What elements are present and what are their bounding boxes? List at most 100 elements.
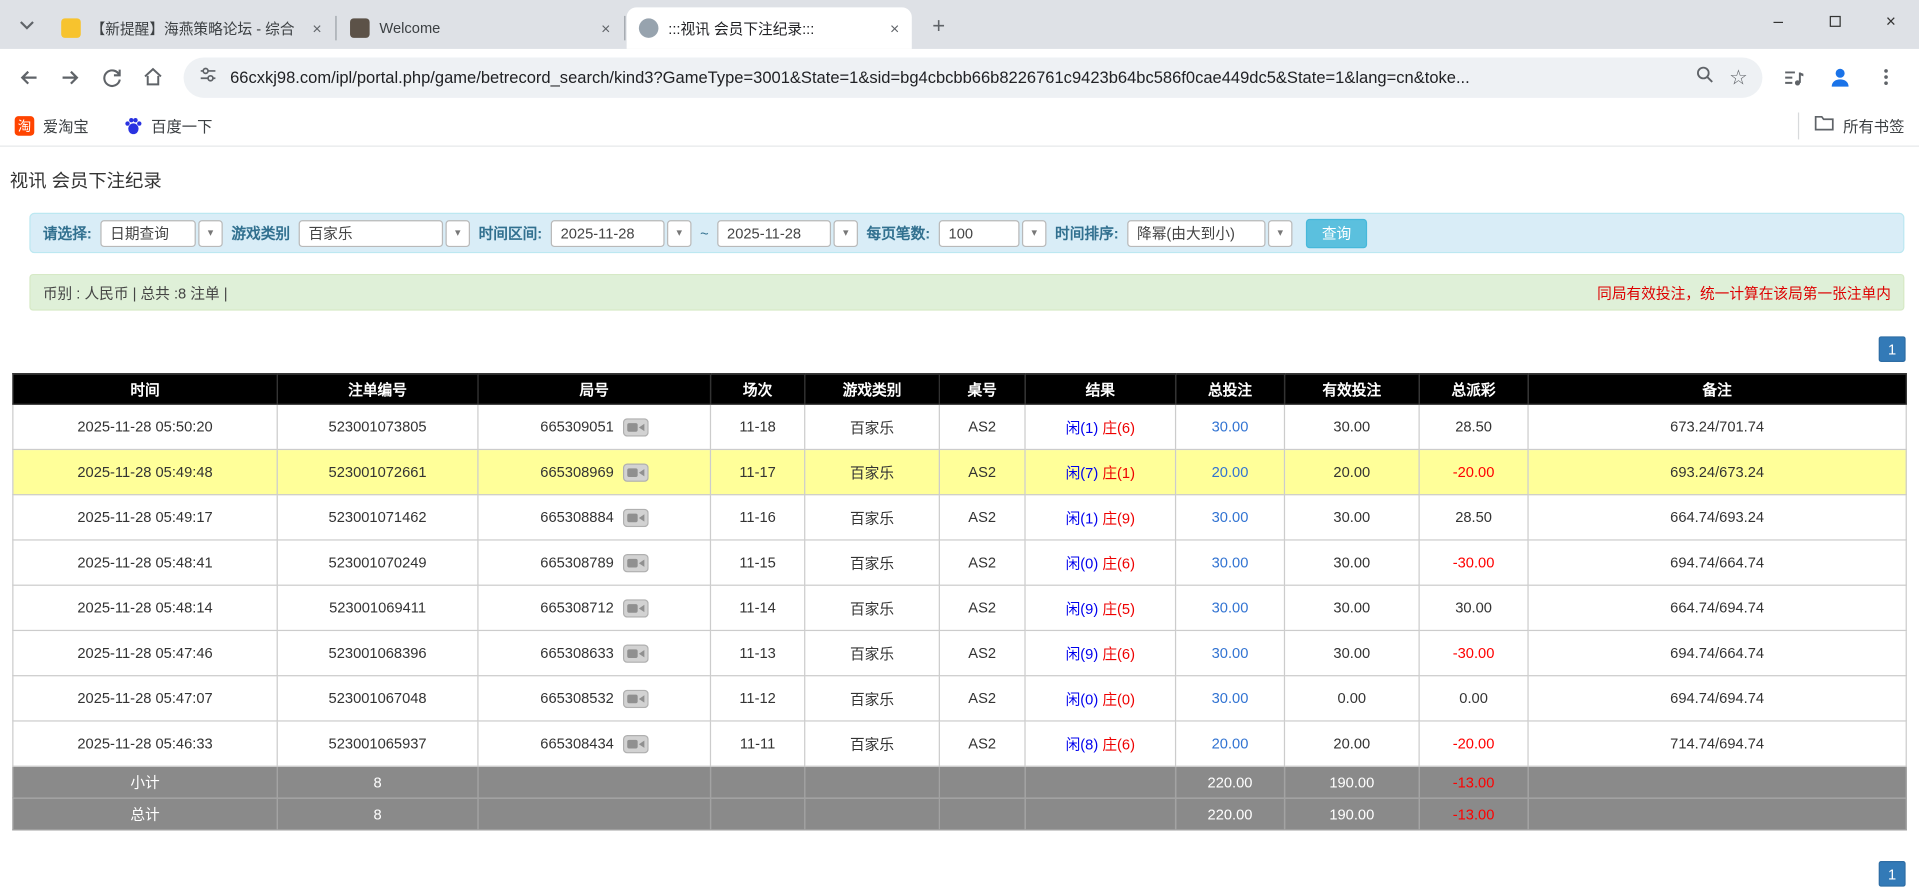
video-icon[interactable] <box>622 508 649 527</box>
cell-payout: 28.50 <box>1418 494 1529 541</box>
cell-total-bet[interactable]: 30.00 <box>1174 675 1286 722</box>
person-icon <box>1831 68 1848 87</box>
all-bookmarks-button[interactable]: 所有书签 <box>1843 114 1904 137</box>
sort-combobox[interactable]: 降幂(由大到小) ▾ <box>1127 219 1293 247</box>
cell-round-id: 665308532 <box>477 675 712 722</box>
chevron-down-icon[interactable]: ▾ <box>1267 219 1293 247</box>
tab-forum[interactable]: 【新提醒】海燕策略论坛 - 综合 × <box>49 7 334 49</box>
chevron-down-icon[interactable]: ▾ <box>1021 219 1047 247</box>
cell-total-bet[interactable]: 30.00 <box>1174 539 1286 586</box>
chevron-down-icon[interactable]: ▾ <box>833 219 858 247</box>
tab-divider <box>624 15 626 41</box>
folder-icon <box>1814 113 1835 137</box>
result-player: 闲(0) <box>1065 690 1099 708</box>
page-content: 视讯 会员下注纪录 请选择: 日期查询 ▾ 游戏类别 百家乐 ▾ 时间区间: 2… <box>0 168 1919 887</box>
result-player: 闲(9) <box>1065 645 1099 663</box>
cell-payout: 30.00 <box>1418 584 1529 632</box>
taobao-icon: 淘 <box>14 115 35 136</box>
video-icon[interactable] <box>622 417 649 436</box>
bookmark-baidu[interactable]: 百度一下 <box>123 114 212 137</box>
cell-total-bet[interactable]: 30.00 <box>1174 403 1286 451</box>
cell-table: AS2 <box>938 403 1026 451</box>
cell-total-bet[interactable]: 20.00 <box>1174 720 1286 767</box>
pagination-page-1[interactable]: 1 <box>1878 336 1906 363</box>
result-banker: 庄(6) <box>1102 418 1135 436</box>
forward-icon <box>61 70 78 84</box>
result-player: 闲(0) <box>1065 554 1099 572</box>
three-dot-menu-icon <box>1884 69 1888 85</box>
home-button[interactable] <box>132 56 174 98</box>
cell-total-bet[interactable]: 30.00 <box>1174 584 1286 632</box>
close-tab-icon[interactable]: × <box>307 18 327 38</box>
video-icon[interactable] <box>622 643 649 663</box>
back-button[interactable] <box>7 56 49 98</box>
video-icon[interactable] <box>622 689 649 708</box>
result-banker: 庄(1) <box>1102 464 1135 482</box>
url-text[interactable]: 66cxkj98.com/ipl/portal.php/game/betreco… <box>230 68 1685 86</box>
per-page-combobox[interactable]: 100 ▾ <box>938 219 1047 247</box>
cell-session: 11-13 <box>709 629 806 677</box>
chevron-down-icon[interactable]: ▾ <box>198 219 223 247</box>
video-icon[interactable] <box>622 462 649 482</box>
new-tab-button[interactable]: + <box>922 9 956 43</box>
media-controls-button[interactable] <box>1772 56 1814 98</box>
select-mode-combobox[interactable]: 日期查询 ▾ <box>100 219 223 247</box>
result-player: 闲(7) <box>1065 464 1099 482</box>
close-tab-icon[interactable]: × <box>596 18 616 38</box>
cell-note: 714.74/694.74 <box>1527 720 1907 767</box>
forward-button[interactable] <box>49 56 91 98</box>
profile-avatar[interactable] <box>1819 56 1861 98</box>
cell-total-bet[interactable]: 30.00 <box>1174 494 1286 541</box>
tab-welcome[interactable]: Welcome × <box>338 7 623 49</box>
cell-result: 闲(8) 庄(6) <box>1024 720 1177 767</box>
chevron-down-icon[interactable]: ▾ <box>667 219 692 247</box>
date-range-separator: ~ <box>700 224 709 242</box>
summary-cell: 190.00 <box>1283 765 1420 799</box>
currency-summary-text: 币别 : 人民币 | 总共 :8 注单 | <box>42 284 228 302</box>
game-type-value: 百家乐 <box>298 219 444 247</box>
cell-note: 673.24/701.74 <box>1527 403 1907 451</box>
select-mode-value: 日期查询 <box>100 219 196 247</box>
round-id-group: 665308434 <box>540 734 649 753</box>
summary-label: 小计 <box>12 765 278 799</box>
close-tab-icon[interactable]: × <box>885 18 905 38</box>
pagination-page-1[interactable]: 1 <box>1878 860 1906 887</box>
notice-text: 同局有效投注，统一计算在该局第一张注单内 <box>1597 284 1891 302</box>
cell-bet-id: 523001069411 <box>276 584 479 632</box>
date-from-combobox[interactable]: 2025-11-28 ▾ <box>550 219 692 247</box>
close-window-button[interactable]: × <box>1863 0 1919 42</box>
game-type-combobox[interactable]: 百家乐 ▾ <box>298 219 470 247</box>
refresh-button[interactable] <box>91 56 133 98</box>
cell-game: 百家乐 <box>804 675 940 722</box>
result-banker: 庄(0) <box>1102 690 1135 708</box>
search-button[interactable]: 查询 <box>1305 218 1368 248</box>
bookmark-star-icon[interactable]: ☆ <box>1729 67 1748 88</box>
zoom-icon[interactable] <box>1695 64 1715 90</box>
date-to-combobox[interactable]: 2025-11-28 ▾ <box>717 219 858 247</box>
minimize-button[interactable]: – <box>1750 0 1806 42</box>
select-mode-label: 请选择: <box>42 225 92 243</box>
chevron-down-icon[interactable]: ▾ <box>445 219 470 247</box>
tab-bet-records[interactable]: :::视讯 会员下注纪录::: × <box>626 7 912 49</box>
summary-label: 总计 <box>12 797 278 831</box>
bookmark-taobao[interactable]: 淘 爱淘宝 <box>14 114 89 137</box>
summary-row: 小计 8 220.00 190.00 -13.00 <box>12 765 1907 799</box>
result-banker: 庄(9) <box>1102 509 1135 527</box>
menu-button[interactable] <box>1865 56 1907 98</box>
cell-total-bet[interactable]: 30.00 <box>1174 629 1286 677</box>
video-icon[interactable] <box>622 734 649 753</box>
video-icon[interactable] <box>622 598 649 618</box>
site-info-icon[interactable] <box>198 64 218 90</box>
cell-valid-bet: 30.00 <box>1283 629 1420 677</box>
tab-search-button[interactable] <box>10 9 44 43</box>
address-bar[interactable]: 66cxkj98.com/ipl/portal.php/game/betreco… <box>183 56 1763 98</box>
result-player: 闲(1) <box>1065 509 1099 527</box>
video-icon[interactable] <box>622 553 649 572</box>
cell-total-bet[interactable]: 20.00 <box>1174 448 1286 496</box>
cell-bet-id: 523001071462 <box>276 494 479 541</box>
maximize-button[interactable] <box>1806 0 1862 42</box>
cell-round-id: 665308789 <box>477 539 712 586</box>
page-title: 视讯 会员下注纪录 <box>9 171 162 193</box>
bet-row: 2025-11-28 05:50:20 523001073805 665309051… <box>12 403 1907 451</box>
cell-round-id: 665309051 <box>477 403 712 451</box>
